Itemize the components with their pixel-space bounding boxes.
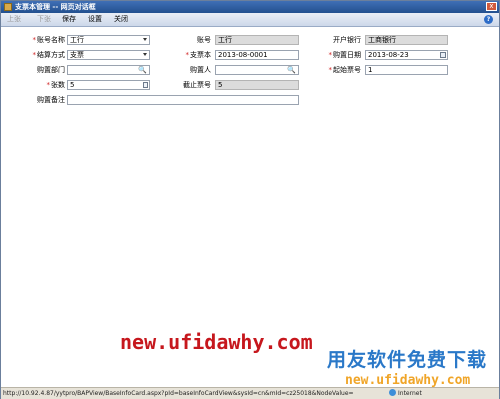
count-label: *张数 [21, 80, 66, 90]
label-text: 起始票号 [333, 66, 361, 74]
required-mark: * [328, 66, 333, 74]
calendar-icon[interactable] [440, 52, 446, 58]
settle-method-select[interactable]: 支票 [67, 50, 150, 60]
status-bar: http://10.92.4.87/yytpro/BAPView/BaseInf… [1, 387, 499, 399]
status-url: http://10.92.4.87/yytpro/BAPView/BaseInf… [3, 390, 354, 397]
search-icon[interactable]: 🔍 [138, 66, 147, 74]
app-icon [4, 3, 12, 11]
close-window-button[interactable]: x [486, 2, 497, 11]
next-button[interactable]: 下张 [37, 15, 51, 24]
chevron-down-icon[interactable] [143, 53, 147, 56]
required-mark: * [328, 51, 333, 59]
required-mark: * [46, 81, 51, 89]
end-no-field: 5 [215, 80, 299, 90]
required-mark: * [185, 51, 190, 59]
account-name-value: 工行 [70, 36, 84, 44]
help-icon[interactable]: ? [484, 15, 493, 24]
label-text: 支票本 [190, 51, 211, 59]
watermark-url-small: new.ufidawhy.com [345, 373, 471, 388]
required-mark: * [32, 51, 37, 59]
end-no-value: 5 [218, 81, 223, 89]
label-text: 张数 [51, 81, 65, 89]
label-text: 账号名称 [37, 36, 65, 44]
globe-icon [389, 389, 396, 396]
start-no-label: *起始票号 [311, 65, 362, 75]
watermark-brand: 用友软件免费下载 [327, 349, 488, 371]
window-title: 支票本管理 -- 网页对话框 [15, 3, 96, 11]
label-text: 结算方式 [37, 51, 65, 59]
purchaser-input[interactable]: 🔍 [215, 65, 299, 75]
purchase-date-input[interactable]: 2013-08-23 [365, 50, 448, 60]
start-no-value: 1 [368, 66, 373, 74]
checkbook-label: *支票本 [161, 50, 212, 60]
purchase-date-label: *购置日期 [311, 50, 362, 60]
bank-field: 工商银行 [365, 35, 448, 45]
checkbook-value: 2013-08-0001 [218, 51, 268, 59]
required-mark: * [32, 36, 37, 44]
start-no-input[interactable]: 1 [365, 65, 448, 75]
status-zone: Internet [389, 389, 422, 398]
chevron-down-icon[interactable] [143, 38, 147, 41]
account-no-value: 工行 [218, 36, 232, 44]
close-button[interactable]: 关闭 [114, 15, 128, 24]
purchaser-label: 购置人 [190, 66, 211, 74]
settle-method-label: *结算方式 [21, 50, 66, 60]
remark-input[interactable] [67, 95, 299, 105]
search-icon[interactable]: 🔍 [287, 66, 296, 74]
account-name-select[interactable]: 工行 [67, 35, 150, 45]
save-button[interactable]: 保存 [62, 15, 76, 24]
watermark-url: new.ufidawhy.com [120, 330, 313, 354]
spinner-icon[interactable] [143, 82, 148, 88]
remark-label: 购置备注 [37, 96, 65, 104]
toolbar: 上张 下张 保存 设置 关闭 ? [1, 13, 499, 27]
account-no-label: 账号 [197, 36, 211, 44]
count-value: 5 [70, 81, 75, 89]
settle-method-value: 支票 [70, 51, 84, 59]
purchase-dept-label: 购置部门 [37, 66, 65, 74]
account-no-field: 工行 [215, 35, 299, 45]
prev-button[interactable]: 上张 [7, 15, 21, 24]
title-bar: 支票本管理 -- 网页对话框 x [1, 1, 499, 13]
bank-label: 开户银行 [333, 36, 361, 44]
settings-button[interactable]: 设置 [88, 15, 102, 24]
checkbook-input[interactable]: 2013-08-0001 [215, 50, 299, 60]
count-input[interactable]: 5 [67, 80, 150, 90]
bank-value: 工商银行 [368, 36, 396, 44]
dialog-window: 支票本管理 -- 网页对话框 x 上张 下张 保存 设置 关闭 ? *账号名称 … [0, 0, 500, 399]
label-text: 购置日期 [333, 51, 361, 59]
purchase-date-value: 2013-08-23 [368, 51, 409, 59]
zone-text: Internet [398, 390, 422, 397]
account-name-label: *账号名称 [21, 35, 66, 45]
end-no-label: 截止票号 [183, 81, 211, 89]
purchase-dept-input[interactable]: 🔍 [67, 65, 150, 75]
